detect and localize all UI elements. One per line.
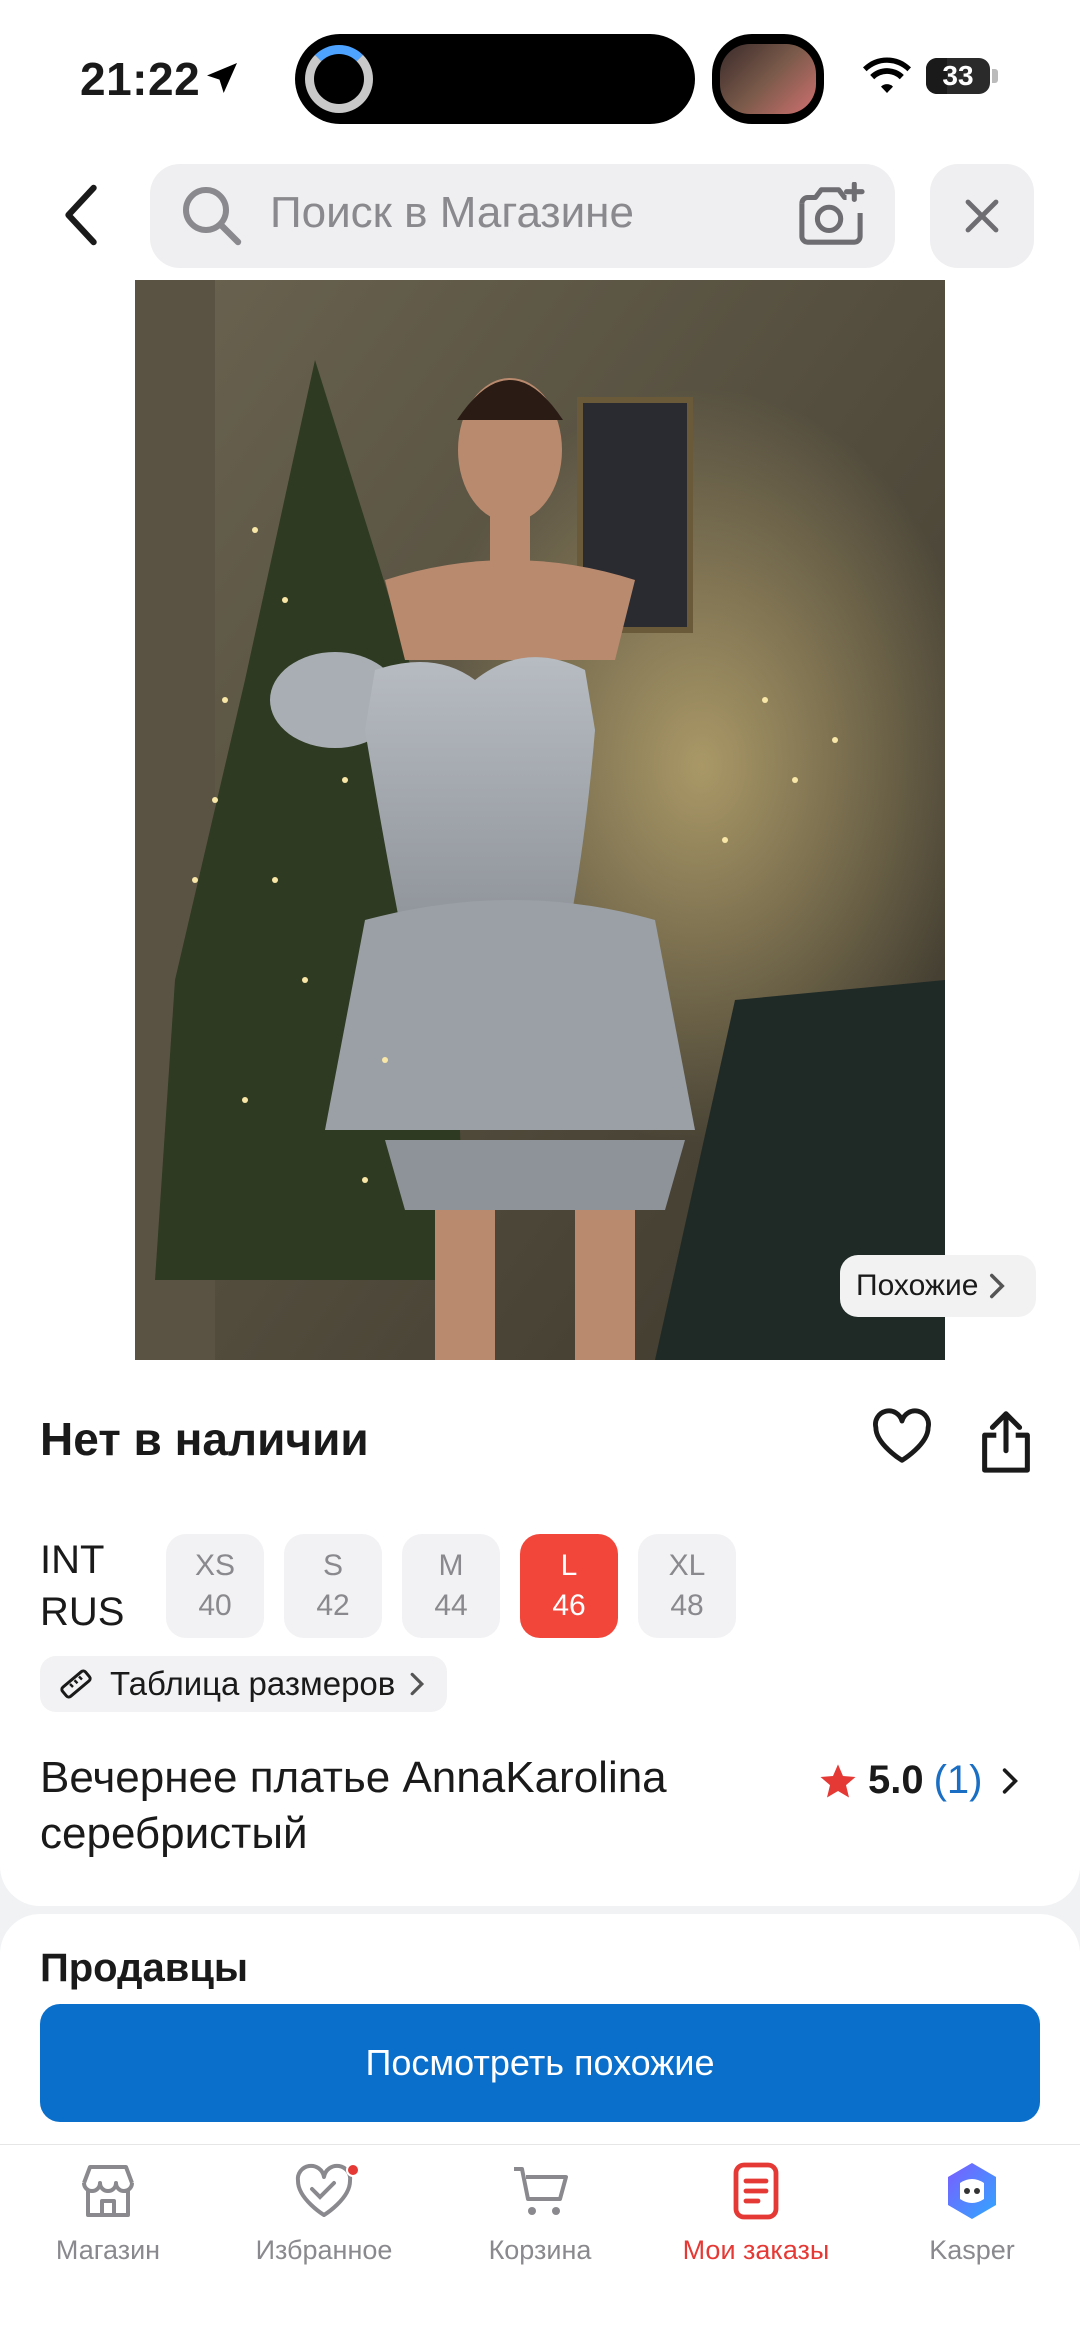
activity-ring-icon [305,45,373,113]
size-option-xl[interactable]: XL 48 [638,1534,736,1638]
product-title: Вечернее платье AnnaKarolina серебристый [40,1753,667,1858]
size-int: M [438,1549,464,1582]
rating-summary[interactable]: 5.0 (1) [818,1758,1019,1803]
size-rus: 44 [434,1589,468,1622]
cart-icon [514,2167,568,2215]
sellers-title: Продавцы [40,1946,249,1990]
chevron-left-icon [65,184,97,246]
chevron-right-icon [410,1672,425,1696]
orders-icon [733,2162,779,2220]
size-int: S [322,1549,343,1582]
product-gallery[interactable]: Похожие [0,280,1080,1382]
size-rus: 48 [670,1589,704,1622]
size-option-s[interactable]: S 42 [284,1534,382,1638]
favorite-heart-icon[interactable] [872,1408,932,1464]
size-system-rus: RUS [40,1590,125,1634]
bottom-tab-bar: Магазин Избранное Корзина Мои заказы Kas [0,2144,1080,2347]
back-button[interactable] [52,182,112,248]
tab-cart[interactable]: Корзина [432,2145,648,2305]
search-icon [183,187,242,246]
tab-store[interactable]: Магазин [0,2145,216,2305]
size-table-button[interactable]: Таблица размеров [40,1656,448,1712]
tab-my-orders[interactable]: Мои заказы [648,2145,864,2305]
kasper-icon [948,2163,996,2219]
size-rus: 46 [552,1589,586,1622]
tab-favorites[interactable]: Избранное [216,2145,432,2305]
close-button[interactable] [930,164,1034,268]
star-icon [820,1763,856,1797]
close-icon [965,199,999,233]
availability-status: Нет в наличии [40,1413,369,1465]
size-option-l[interactable]: L 46 [520,1534,618,1638]
location-arrow-icon [207,63,237,93]
review-count: (1) [933,1758,983,1802]
size-system-int: INT [40,1538,105,1582]
notification-badge [346,2163,360,2177]
size-int: L [560,1549,578,1582]
product-page: 21:22 33 Поиск в Магазине Похожие Нет в … [0,0,1080,2347]
size-int: XS [194,1549,236,1582]
product-photo[interactable] [135,280,945,1360]
battery-percent: 33 [942,60,974,91]
see-similar-button[interactable]: Посмотреть похожие [40,2004,1040,2122]
top-navigation: Поиск в Магазине [0,150,1080,280]
tab-label: Корзина [488,2235,592,2265]
product-info-card: Нет в наличии INT RUS XS 40 S 42 M 44 L 46 X… [0,1360,1080,1906]
search-placeholder: Поиск в Магазине [270,188,634,237]
size-option-m[interactable]: M 44 [402,1534,500,1638]
media-thumbnail-image [720,44,816,114]
size-system-labels: INT RUS [40,1534,124,1638]
tab-label: Мои заказы [682,2235,830,2265]
size-rus: 42 [316,1589,350,1622]
similar-button-label: Похожие [856,1269,979,1302]
size-table-label: Таблица размеров [110,1665,396,1702]
chevron-right-icon [1002,1767,1018,1794]
battery-tip [992,69,998,83]
chevron-right-icon [990,1273,1006,1299]
size-rus: 40 [198,1589,232,1622]
size-int: XL [668,1549,706,1582]
heart-icon [292,2159,360,2223]
rating-value: 5.0 [868,1758,924,1802]
store-icon [82,2165,134,2217]
status-bar: 21:22 33 [0,0,1080,150]
share-icon[interactable] [976,1408,1036,1474]
camera-search-icon[interactable] [796,182,866,248]
tab-label: Kasper [929,2235,1015,2265]
tab-kasper[interactable]: Kasper [864,2145,1080,2305]
size-option-xs[interactable]: XS 40 [166,1534,264,1638]
ruler-icon [60,1669,92,1699]
size-selector: XS 40 S 42 M 44 L 46 XL 48 [166,1534,736,1638]
battery-indicator: 33 [926,58,990,94]
status-time: 21:22 [80,53,201,105]
tab-label: Магазин [55,2235,161,2265]
wifi-icon [863,57,911,93]
tab-label: Избранное [255,2235,393,2265]
similar-button[interactable]: Похожие [840,1255,1036,1317]
